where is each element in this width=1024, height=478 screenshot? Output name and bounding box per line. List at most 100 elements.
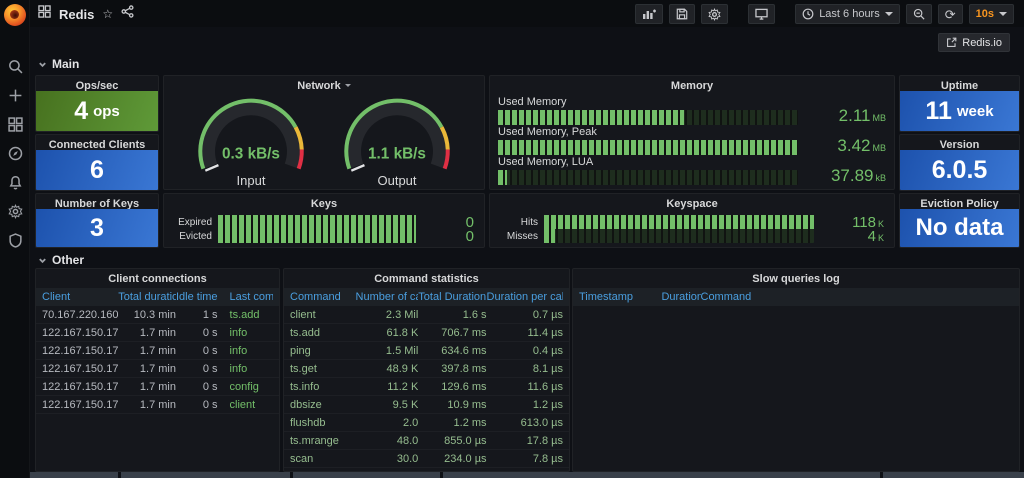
- dashboards-icon[interactable]: [7, 116, 23, 132]
- dashboard-title[interactable]: Redis: [59, 7, 94, 22]
- table-cell: 11.2 K: [387, 380, 419, 393]
- table-cell: 10.9 ms: [447, 398, 487, 411]
- table-body: client 2.3 Mil 1.6 s 0.7 µs ts.add 61.8 K 706.…: [284, 306, 569, 472]
- chevron-down-icon: [39, 62, 46, 67]
- create-plus-icon[interactable]: [7, 87, 23, 103]
- refresh-interval-picker[interactable]: 10s: [968, 4, 1014, 24]
- table-cell: 61.8 K: [386, 326, 419, 339]
- refresh-button[interactable]: ⟳: [937, 4, 963, 24]
- column-header[interactable]: Idle time ↓: [176, 291, 218, 303]
- share-icon[interactable]: [121, 5, 134, 23]
- table-cell: ts.get: [290, 362, 317, 375]
- external-link-icon: [947, 37, 957, 47]
- stat-value: 6: [90, 155, 104, 184]
- stat-value-area: 3: [36, 209, 158, 247]
- stat-unit: ops: [93, 102, 120, 120]
- table-cell: 70.167.220.160:...: [42, 308, 119, 321]
- panel-title[interactable]: Client connections: [36, 269, 279, 288]
- stat-value-area: 6.0.5: [900, 150, 1019, 190]
- grafana-app: Redis ☆ Last 6 hours ⟳ 10s Redis.io Main…: [0, 0, 1024, 478]
- stat-unit: week: [956, 102, 994, 120]
- panel-title[interactable]: Slow queries log: [573, 269, 1019, 288]
- table-row: ts.info 11.2 K 129.6 ms 11.6 µs: [284, 378, 569, 396]
- top-nav-bar: Redis ☆ Last 6 hours ⟳ 10s: [30, 0, 1024, 27]
- column-header[interactable]: Last command: [218, 291, 273, 303]
- panel-title[interactable]: Keyspace: [490, 194, 894, 213]
- table-cell: 10.3 min: [133, 308, 176, 321]
- column-header[interactable]: Duration: [661, 291, 700, 303]
- search-icon[interactable]: [7, 58, 23, 74]
- table-cell: ts.mrange: [290, 434, 339, 447]
- zoom-out-button[interactable]: [905, 4, 932, 24]
- bar-unit: kB: [875, 173, 886, 183]
- grafana-logo[interactable]: [4, 4, 26, 26]
- table-cell: client: [229, 398, 256, 411]
- table-cell: 17.8 µs: [526, 434, 563, 447]
- column-header[interactable]: Timestamp: [579, 291, 661, 303]
- panel-network: Network 0.3 kB/s Input 1.1 kB/s Output: [163, 75, 485, 190]
- alerting-bell-icon[interactable]: [7, 174, 23, 190]
- column-header[interactable]: Total Duration ↓: [418, 291, 486, 303]
- redis-io-link-button[interactable]: Redis.io: [938, 33, 1010, 52]
- gauge-label: Input: [236, 173, 266, 188]
- bar-value: 2.11: [838, 106, 871, 125]
- table-cell: 634.6 ms: [441, 344, 487, 357]
- table-cell: 0 s: [202, 326, 218, 339]
- table-cell: 129.6 ms: [441, 380, 487, 393]
- column-header[interactable]: Number of calls: [356, 291, 419, 303]
- column-header[interactable]: Client: [42, 291, 118, 303]
- bar-value: 3.42: [837, 136, 871, 155]
- tv-kiosk-button[interactable]: [748, 4, 776, 24]
- table-cell: 122.167.150.17...: [42, 362, 119, 375]
- table-cell: 122.167.150.17...: [42, 326, 119, 339]
- panel-connected-clients: Connected Clients 6: [35, 134, 159, 191]
- table-cell: 1.5 Mil: [385, 344, 419, 357]
- sidebar: [0, 0, 30, 478]
- bar-label: Evicted: [179, 230, 212, 242]
- table-cell: 1.7 min: [139, 362, 176, 375]
- column-header[interactable]: Command: [701, 291, 1014, 303]
- next-row-panel-edges: [0, 472, 1024, 478]
- panel-uptime: Uptime 11 week: [899, 75, 1020, 132]
- column-header[interactable]: Duration per call: [487, 291, 563, 303]
- panel-title[interactable]: Network: [164, 76, 484, 95]
- add-panel-button[interactable]: [635, 4, 664, 24]
- table-cell: dbsize: [290, 398, 322, 411]
- bar-label: Used Memory, LUA: [498, 156, 594, 168]
- section-main[interactable]: Main: [38, 57, 79, 71]
- table-cell: 48.9 K: [386, 362, 419, 375]
- table-cell: client: [290, 308, 316, 321]
- time-range-picker[interactable]: Last 6 hours: [795, 4, 900, 24]
- gauge-label: Output: [377, 173, 417, 188]
- dashboard-settings-button[interactable]: [701, 4, 729, 24]
- table-row: ping 1.5 Mil 634.6 ms 0.4 µs: [284, 342, 569, 360]
- explore-compass-icon[interactable]: [7, 145, 23, 161]
- refresh-interval-label: 10s: [975, 8, 994, 20]
- table-cell: 122.167.150.17...: [42, 380, 119, 393]
- panel-title[interactable]: Command statistics: [284, 269, 569, 288]
- table-cell: 0 s: [202, 380, 218, 393]
- save-dashboard-button[interactable]: [669, 4, 696, 24]
- table-cell: 1.7 min: [139, 326, 176, 339]
- panel-client-connections: Client connections ClientTotal durationI…: [35, 268, 280, 472]
- bar-gauge-used-memory: Used Memory 2.11 MB: [498, 96, 886, 125]
- time-range-label: Last 6 hours: [819, 8, 880, 20]
- stat-value: 11: [925, 96, 952, 125]
- table-row: 122.167.150.17... 1.7 min 0 s config: [36, 378, 279, 396]
- configuration-gear-icon[interactable]: [7, 203, 23, 219]
- bar-label: Used Memory, Peak: [498, 126, 597, 138]
- table-row: scan 30.0 234.0 µs 7.8 µs: [284, 450, 569, 468]
- panel-title[interactable]: Memory: [490, 76, 894, 95]
- chevron-down-icon: [999, 12, 1007, 16]
- table-row: 122.167.150.17... 1.7 min 0 s client: [36, 396, 279, 414]
- column-header[interactable]: Total duration: [118, 291, 176, 303]
- star-icon[interactable]: ☆: [102, 8, 113, 20]
- table-cell: 2.3 Mil: [385, 308, 419, 321]
- section-other[interactable]: Other: [38, 253, 84, 267]
- bar-unit: K: [877, 233, 884, 243]
- panel-title[interactable]: Keys: [164, 194, 484, 213]
- column-header[interactable]: Command: [290, 291, 356, 303]
- table-cell: 2.0: [403, 416, 419, 429]
- admin-shield-icon[interactable]: [7, 232, 23, 248]
- bar-value: 37.89: [830, 166, 874, 185]
